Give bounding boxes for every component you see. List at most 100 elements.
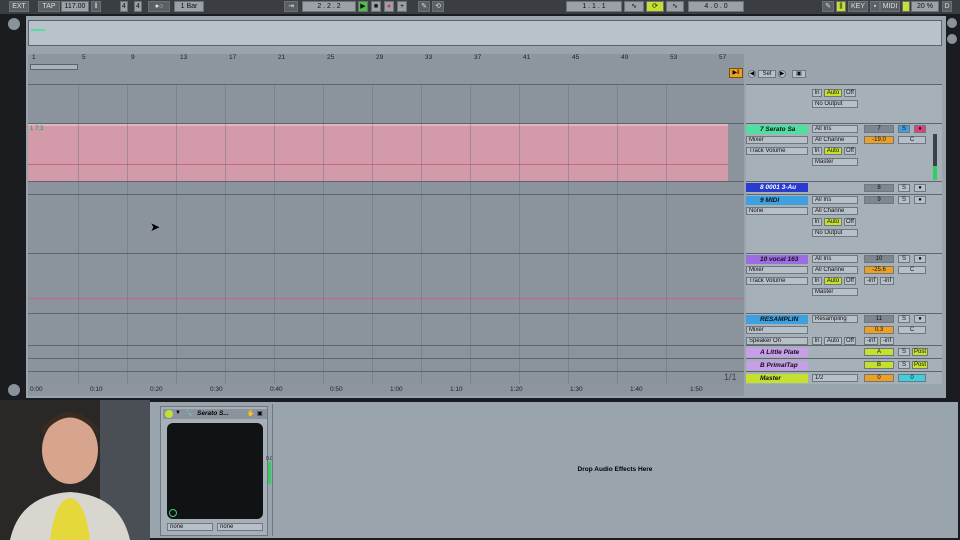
- solo-button[interactable]: S: [898, 184, 910, 192]
- track-activator[interactable]: 7: [864, 125, 894, 133]
- output-dropdown[interactable]: Master: [812, 158, 858, 166]
- input-channel-dropdown[interactable]: All Channe: [812, 136, 858, 144]
- pan-field[interactable]: C: [898, 326, 926, 334]
- return-activator[interactable]: A: [864, 348, 894, 356]
- device-on-icon[interactable]: [165, 410, 173, 418]
- set-locator-button[interactable]: Set: [758, 70, 776, 78]
- wrench-icon[interactable]: 🔧: [185, 410, 192, 417]
- master-lane[interactable]: [28, 371, 744, 384]
- send-b-field[interactable]: -inf: [880, 337, 894, 345]
- pan-field[interactable]: 0: [898, 374, 926, 382]
- lock-icon[interactable]: ▣: [792, 70, 806, 78]
- track-name[interactable]: Master: [746, 374, 808, 383]
- key-button[interactable]: KEY: [848, 1, 868, 12]
- monitor-auto-button[interactable]: Auto: [824, 147, 842, 155]
- track-name[interactable]: 9 MIDI: [746, 196, 808, 205]
- monitor-off-button[interactable]: Off: [844, 147, 856, 155]
- track-lane-8[interactable]: [28, 181, 744, 194]
- track-lane-serato[interactable]: 1 7:3: [28, 123, 744, 181]
- monitor-in-button[interactable]: In: [812, 218, 822, 226]
- output-dropdown[interactable]: No Output: [812, 100, 858, 108]
- ext-button[interactable]: EXT: [9, 1, 29, 12]
- automation-control-dropdown[interactable]: Track Volume: [746, 147, 808, 155]
- track-name[interactable]: 7 Serato Sa: [746, 125, 808, 134]
- monitor-off-button[interactable]: Off: [844, 337, 856, 345]
- track-activator[interactable]: 9: [864, 196, 894, 204]
- monitor-off-button[interactable]: Off: [844, 89, 856, 97]
- solo-button[interactable]: S: [898, 255, 910, 263]
- pre-post-button[interactable]: Post: [912, 348, 928, 356]
- monitor-off-button[interactable]: Off: [844, 218, 856, 226]
- track-name[interactable]: 8 0001 3-Au: [746, 183, 808, 192]
- browser-toggle-icon[interactable]: [8, 18, 20, 30]
- track-activator[interactable]: 10: [864, 255, 894, 263]
- loop-length-field[interactable]: 4 . 0 . 0: [688, 1, 744, 12]
- device-chooser-dropdown[interactable]: None: [746, 207, 808, 215]
- automation-control-dropdown[interactable]: Track Volume: [746, 277, 808, 285]
- add-icon[interactable]: +: [397, 1, 407, 12]
- monitor-auto-button[interactable]: Auto: [824, 89, 842, 97]
- track-name[interactable]: RESAMPLIN: [746, 315, 808, 324]
- sig-num-field[interactable]: 4: [120, 1, 128, 12]
- arrangement-position[interactable]: 2 . 2 . 2: [302, 1, 356, 12]
- quantize-dropdown[interactable]: 1 Bar: [174, 1, 204, 12]
- input-type-dropdown[interactable]: All Ins: [812, 125, 858, 133]
- sig-den-field[interactable]: 4: [134, 1, 142, 12]
- monitor-auto-button[interactable]: Auto: [824, 218, 842, 226]
- nudge-icon[interactable]: ‖: [91, 1, 101, 12]
- arm-button[interactable]: ●: [914, 184, 926, 192]
- audio-clip[interactable]: 1 7:3: [28, 124, 728, 181]
- save-preset-icon[interactable]: ▣: [257, 410, 263, 417]
- arrangement-overview[interactable]: [28, 20, 942, 46]
- hand-icon[interactable]: ✋: [247, 410, 254, 417]
- monitor-in-button[interactable]: In: [812, 147, 822, 155]
- arrangement-record-icon[interactable]: ▶‖: [729, 68, 743, 78]
- pan-field[interactable]: C: [898, 266, 926, 274]
- loop-start-field[interactable]: 1 . 1 . 1: [566, 1, 622, 12]
- volume-field[interactable]: -25.6: [864, 266, 894, 274]
- track-activator[interactable]: 11: [864, 315, 894, 323]
- loop-brace[interactable]: [30, 64, 78, 70]
- input-channel-dropdown[interactable]: All Channe: [812, 266, 858, 274]
- prev-locator-icon[interactable]: ◀: [748, 70, 756, 78]
- device-chooser-dropdown[interactable]: Mixer: [746, 266, 808, 274]
- stop-icon[interactable]: ■: [371, 1, 381, 12]
- tap-button[interactable]: TAP: [38, 1, 60, 12]
- return-lane-b[interactable]: [28, 358, 744, 371]
- play-icon[interactable]: ▶: [358, 1, 368, 12]
- return-lane-a[interactable]: [28, 345, 744, 358]
- volume-field[interactable]: 0: [864, 374, 894, 382]
- track-lane-midi[interactable]: [28, 194, 744, 253]
- input-type-dropdown[interactable]: Resampling: [812, 315, 858, 323]
- draw-icon[interactable]: ✎: [822, 1, 834, 12]
- pre-post-button[interactable]: Post: [912, 361, 928, 369]
- send-b-field[interactable]: -inf: [880, 277, 894, 285]
- follow-icon[interactable]: ⇥: [284, 1, 298, 12]
- input-channel-dropdown[interactable]: All Channe: [812, 207, 858, 215]
- send-a-field[interactable]: -inf: [864, 337, 878, 345]
- track-lane-vocal[interactable]: [28, 253, 744, 313]
- beat-ruler[interactable]: 1 5 9 13 17 21 25 29 33 37 41 45 49 53 5…: [28, 54, 744, 84]
- solo-button[interactable]: S: [898, 348, 910, 356]
- punch-in-icon[interactable]: ∿: [624, 1, 644, 12]
- effects-drop-area[interactable]: Drop Audio Effects Here: [272, 404, 956, 536]
- next-locator-icon[interactable]: ▶: [778, 70, 786, 78]
- solo-button[interactable]: S: [898, 315, 910, 323]
- midi-button[interactable]: MIDI: [880, 1, 900, 12]
- arrangement-view-icon[interactable]: [947, 34, 957, 44]
- solo-button[interactable]: S: [898, 196, 910, 204]
- device-fold-icon[interactable]: ▼: [175, 410, 181, 416]
- monitor-auto-button[interactable]: Auto: [824, 337, 842, 345]
- track-name[interactable]: 10 vocal 163: [746, 255, 808, 264]
- output-dropdown[interactable]: No Output: [812, 229, 858, 237]
- output-dropdown[interactable]: 1/2: [812, 374, 858, 382]
- automation-icon[interactable]: ✎: [418, 1, 430, 12]
- track-name[interactable]: A Little Plate: [746, 348, 808, 357]
- monitor-off-button[interactable]: Off: [844, 277, 856, 285]
- device-chooser-dropdown[interactable]: Mixer: [746, 326, 808, 334]
- automation-control-dropdown[interactable]: Speaker On: [746, 337, 808, 345]
- midi-from-dropdown[interactable]: none: [167, 523, 213, 531]
- volume-field[interactable]: 0.3: [864, 326, 894, 334]
- metronome-button[interactable]: ●○: [148, 1, 170, 12]
- track-activator[interactable]: 8: [864, 184, 894, 192]
